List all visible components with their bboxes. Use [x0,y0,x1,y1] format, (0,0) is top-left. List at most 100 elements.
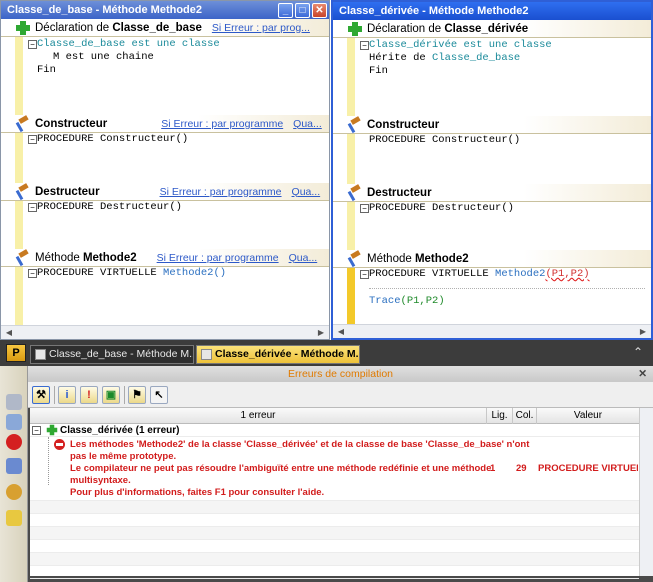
debug-icon[interactable] [6,414,22,430]
code-line[interactable]: PROCEDURE Constructeur() [369,134,520,147]
grid-header: 1 erreur Lig. Col. Valeur [30,408,639,424]
fold-toggle-icon[interactable]: − [360,270,369,279]
wizard-icon[interactable] [6,394,22,410]
fold-toggle-icon[interactable]: − [28,269,37,278]
current-code-margin-bar [347,268,355,324]
code-line[interactable]: PROCEDURE VIRTUELLE Methode2(P1,P2) [369,268,590,281]
empty-row [30,553,639,566]
tab-label: Classe_dérivée - Méthode M... [215,348,360,360]
declaration-section-header: Déclaration de Classe_de_base Si Erreur … [1,19,329,37]
code-line[interactable]: Fin [369,65,388,78]
column-errors[interactable]: 1 erreur [30,408,487,424]
horizontal-scrollbar[interactable]: ◀ ▶ [1,325,329,339]
close-icon[interactable]: ✕ [312,2,327,18]
section-name: Methode2 [82,251,137,264]
left-window-titlebar[interactable]: Classe_de_base - Méthode Methode2 _ □ ✕ [1,1,329,19]
code-line[interactable]: PROCEDURE VIRTUELLE Methode2() [37,267,226,280]
column-line[interactable]: Lig. [487,408,513,424]
folder-icon[interactable] [6,510,22,526]
error-filter-icon[interactable]: ⚒ [32,386,50,404]
fold-toggle-icon[interactable]: − [28,203,37,212]
cursor-icon[interactable]: ↖ [150,386,168,404]
code-margin-bar [15,201,23,251]
empty-row [30,566,639,579]
code-separator [369,288,645,289]
section-name: Constructeur [35,117,108,130]
image-icon[interactable]: ▣ [102,386,120,404]
fold-toggle-icon[interactable]: − [360,204,369,213]
error-handling-link[interactable]: Si Erreur : par programme [161,118,283,130]
method-section-header: Méthode Methode2 Si Erreur : par program… [1,249,329,267]
info-icon[interactable]: i [58,386,76,404]
code-line[interactable]: Classe_de_base est une classe [37,38,220,51]
code-line[interactable]: Classe_dérivée est une classe [369,39,552,52]
quit-condition-link[interactable]: Qua... [293,118,322,130]
code-keyword: Hérite de [369,52,433,64]
document-tab-strip: P Classe_de_base - Méthode M... Classe_d… [0,340,653,366]
column-col[interactable]: Col. [513,408,537,424]
go-to-icon[interactable]: ⚑ [128,386,146,404]
errors-icon[interactable] [6,434,22,450]
collapse-chevron-icon[interactable]: ⌃ [633,345,643,359]
maximize-icon[interactable]: □ [295,2,310,18]
find-icon[interactable] [6,458,22,474]
warning-icon[interactable]: ! [80,386,98,404]
column-value[interactable]: Valeur [537,408,639,424]
code-margin-bar [15,267,23,325]
group-row[interactable]: − Classe_dérivée (1 erreur) [30,424,639,437]
section-prefix: Méthode [35,251,83,264]
horizontal-scrollbar[interactable]: ◀ ▶ [333,324,651,338]
close-panel-icon[interactable]: ✕ [638,366,647,382]
code-line[interactable]: Trace(P1,P2) [369,295,445,308]
code-line[interactable]: Fin [37,64,56,77]
hammer-icon [347,185,363,201]
class-plus-icon [347,21,363,37]
fold-toggle-icon[interactable]: − [360,41,369,50]
error-message-line: pas le même prototype. [70,451,177,462]
error-handling-link[interactable]: Si Erreur : par programme [157,252,279,264]
code-margin-bar [15,37,23,119]
error-handling-link[interactable]: Si Erreur : par programme [160,186,282,198]
right-window-title: Classe_dérivée - Méthode Methode2 [339,5,529,17]
code-line[interactable]: Hérite de Classe_de_base [369,52,520,65]
hammer-icon [347,251,363,267]
minimize-icon[interactable]: _ [278,2,293,18]
left-code-editor[interactable]: Déclaration de Classe_de_base Si Erreur … [1,19,329,325]
empty-row [30,540,639,553]
fold-toggle-icon[interactable]: − [28,40,37,49]
right-window-titlebar[interactable]: Classe_dérivée - Méthode Methode2 [333,2,651,20]
scroll-right-icon[interactable]: ▶ [637,326,649,337]
error-line-number: 1 [490,463,496,474]
watch-icon[interactable] [6,484,22,500]
project-menu-icon[interactable]: P [6,344,26,362]
left-window-title: Classe_de_base - Méthode Methode2 [7,4,203,16]
constructor-section-header: Constructeur [333,116,651,134]
class-plus-icon [46,424,58,436]
tab-classe-de-base[interactable]: Classe_de_base - Méthode M... [30,345,194,364]
fold-toggle-icon[interactable]: − [28,135,37,144]
scroll-left-icon[interactable]: ◀ [3,327,15,338]
scroll-left-icon[interactable]: ◀ [335,326,347,337]
code-line[interactable]: PROCEDURE Constructeur() [37,133,188,146]
procedure-icon [201,349,212,360]
error-handling-link[interactable]: Si Erreur : par prog... [212,22,310,34]
code-function-name: Trace [369,295,401,307]
error-message-line: multisyntaxe. [70,475,131,486]
code-line[interactable]: PROCEDURE Destructeur() [369,202,514,215]
section-prefix: Déclaration de [367,22,445,35]
tab-classe-derivee[interactable]: Classe_dérivée - Méthode M... [196,345,360,364]
class-plus-icon [15,20,31,36]
right-code-editor[interactable]: Déclaration de Classe_dérivée − Classe_d… [333,20,651,324]
right-editor-window: Classe_dérivée - Méthode Methode2 Déclar… [331,0,653,340]
collapse-group-icon[interactable]: − [32,426,41,435]
error-col-number: 29 [516,463,527,474]
error-row[interactable]: Les méthodes 'Methode2' de la classe 'Cl… [30,437,639,501]
grid-vertical-scrollbar[interactable] [639,408,653,576]
quit-condition-link[interactable]: Qua... [289,252,318,264]
empty-row [30,527,639,540]
quit-condition-link[interactable]: Qua... [292,186,321,198]
scroll-right-icon[interactable]: ▶ [315,327,327,338]
toolbar-separator [124,386,125,404]
code-line[interactable]: M est une chaine [53,51,154,64]
code-line[interactable]: PROCEDURE Destructeur() [37,201,182,214]
